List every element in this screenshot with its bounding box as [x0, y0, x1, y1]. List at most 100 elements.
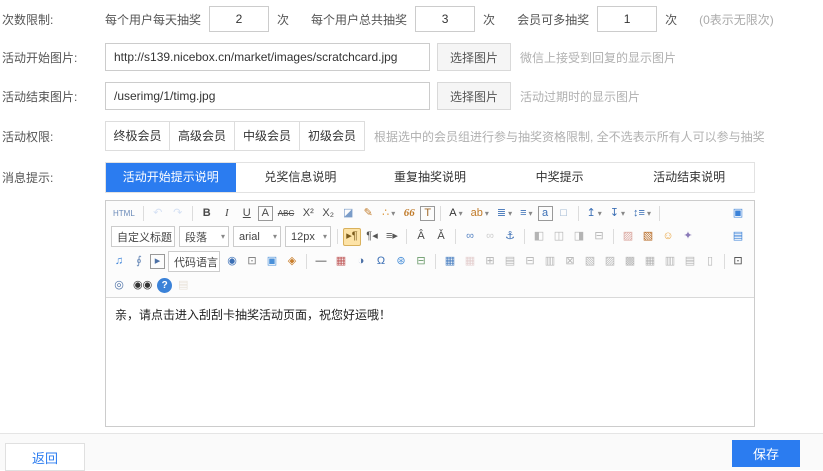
align-top-icon[interactable]: ↥▾: [584, 204, 605, 222]
member-option-ultimate[interactable]: 终极会员: [105, 121, 170, 151]
uppercase-icon[interactable]: Â: [412, 228, 430, 246]
tab-activity-end-note[interactable]: 活动结束说明: [624, 163, 754, 192]
insert-code-icon[interactable]: ◉: [223, 253, 241, 271]
message-tabs-label: 消息提示:: [0, 169, 105, 186]
insert-video-icon[interactable]: ▤: [729, 228, 747, 246]
date-icon[interactable]: ▦: [332, 253, 350, 271]
unlink-icon: ∞: [481, 228, 499, 246]
underline-icon[interactable]: U: [238, 204, 256, 222]
blockquote-icon[interactable]: 66: [400, 204, 418, 222]
chevron-down-icon: ▾: [647, 205, 651, 222]
snapshot-icon[interactable]: ⊡: [243, 253, 261, 271]
limit-daily-input[interactable]: [209, 6, 269, 32]
chevron-down-icon: ▾: [459, 205, 463, 222]
end-image-input[interactable]: [105, 82, 430, 110]
limit-daily-label: 每个用户每天抽奖: [105, 11, 201, 28]
subscript-icon[interactable]: X₂: [319, 204, 337, 222]
delete-row-icon: ⊟: [521, 253, 539, 271]
unordered-list-icon[interactable]: ≡▾: [517, 204, 535, 222]
chevron-down-icon: ▾: [174, 232, 175, 241]
direction-ltr-icon[interactable]: ▸¶: [343, 228, 361, 246]
preview-icon[interactable]: ◎: [110, 276, 128, 294]
save-button[interactable]: 保存: [732, 440, 800, 467]
tab-redeem-info[interactable]: 兑奖信息说明: [236, 163, 366, 192]
font-border-icon[interactable]: A: [258, 206, 273, 221]
paragraph-select-value: 段落: [185, 229, 207, 245]
insert-row-icon: ▤: [501, 253, 519, 271]
member-option-middle[interactable]: 中级会员: [235, 121, 300, 151]
line-height-icon[interactable]: ↕≡▾: [630, 204, 654, 222]
html-source-icon[interactable]: HTML: [110, 204, 138, 222]
limit-member-extra-input[interactable]: [597, 6, 657, 32]
image-manager-icon[interactable]: ▧: [639, 228, 657, 246]
limit-daily: 每个用户每天抽奖 次: [105, 6, 311, 32]
paste-text-icon[interactable]: T: [420, 206, 435, 221]
attachment-icon[interactable]: ∮: [130, 253, 148, 271]
align-bottom-icon[interactable]: ↧▾: [607, 204, 628, 222]
chevron-down-icon: ▾: [221, 232, 225, 241]
start-image-hint: 微信上接受到回复的显示图片: [520, 49, 676, 66]
highlight-color-icon[interactable]: ab▾: [468, 204, 492, 222]
anchor-icon[interactable]: ⚓: [501, 228, 519, 246]
font-family-select[interactable]: arial▾: [233, 226, 281, 247]
time-icon[interactable]: ◑: [352, 253, 370, 271]
paragraph-select[interactable]: 段落 ▾: [179, 226, 229, 247]
limit-total-input[interactable]: [415, 6, 475, 32]
eraser-icon[interactable]: ◪: [339, 204, 357, 222]
tab-win-prompt[interactable]: 中奖提示: [495, 163, 625, 192]
editor-content[interactable]: 亲，请点击进入刮刮卡抽奖活动页面，祝您好运哦！: [106, 298, 754, 426]
auto-typeset-icon[interactable]: ∴▾: [379, 204, 398, 222]
special-char-icon[interactable]: Ω: [372, 253, 390, 271]
table-title-icon: ⊞: [481, 253, 499, 271]
baidu-map-icon[interactable]: ◈: [283, 253, 301, 271]
fullscreen-icon[interactable]: ▣: [729, 204, 747, 222]
help-icon[interactable]: ?: [157, 278, 172, 293]
limit-total-label: 每个用户总共抽奖: [311, 11, 407, 28]
member-option-senior[interactable]: 高级会员: [170, 121, 235, 151]
start-image-input[interactable]: [105, 43, 430, 71]
insert-table-icon[interactable]: ▦: [441, 253, 459, 271]
map-icon[interactable]: ▣: [263, 253, 281, 271]
member-group: 终极会员 高级会员 中级会员 初级会员: [105, 121, 365, 151]
font-color-icon[interactable]: A▾: [446, 204, 465, 222]
split-col-icon: ▥: [661, 253, 679, 271]
toolbar-separator: [440, 206, 441, 221]
find-replace-icon[interactable]: ◉◉: [130, 276, 155, 294]
insert-frame-icon[interactable]: ▸: [150, 254, 165, 269]
italic-icon[interactable]: I: [218, 204, 236, 222]
form-icon[interactable]: ⊟: [412, 253, 430, 271]
link-icon[interactable]: ∞: [461, 228, 479, 246]
custom-title-select[interactable]: 自定义标题▾: [111, 226, 175, 247]
superscript-icon[interactable]: X²: [299, 204, 317, 222]
ordered-list-icon[interactable]: ≣▾: [494, 204, 515, 222]
font-family-select-value: arial: [239, 231, 260, 243]
font-size-select[interactable]: 12px▾: [285, 226, 331, 247]
code-language-select[interactable]: 代码语言▾: [168, 251, 220, 272]
music-icon[interactable]: ♫: [110, 253, 128, 271]
blank-doc-icon[interactable]: □: [555, 204, 573, 222]
emotion-icon[interactable]: ☺: [659, 228, 677, 246]
horizontal-rule-icon[interactable]: —: [312, 253, 330, 271]
end-image-choose-button[interactable]: 选择图片: [437, 82, 511, 110]
delete-table-icon: ▦: [461, 253, 479, 271]
toolbar-row: ♫∮▸代码语言▾◉⊡▣◈—▦◑Ω⊛⊟▦▦⊞▤⊟▥⊠▧▨▩▦▥▤▯⊡: [108, 249, 752, 274]
format-brush-icon[interactable]: ✎: [359, 204, 377, 222]
bold-icon[interactable]: B: [198, 204, 216, 222]
toolbar-row: ◎◉◉?▤: [108, 274, 752, 296]
tab-activity-start-note[interactable]: 活动开始提示说明: [106, 163, 236, 192]
start-image-choose-button[interactable]: 选择图片: [437, 43, 511, 71]
image-transfer-icon[interactable]: ⊛: [392, 253, 410, 271]
tab-repeat-draw-note[interactable]: 重复抽奖说明: [365, 163, 495, 192]
direction-rtl-icon[interactable]: ¶◂: [363, 228, 381, 246]
indent-icon[interactable]: ≡▸: [383, 228, 401, 246]
strikethrough-icon[interactable]: ABC: [275, 204, 297, 222]
end-image-row: 活动结束图片: 选择图片 活动过期时的显示图片: [0, 82, 823, 110]
lowercase-icon[interactable]: Ǎ: [432, 228, 450, 246]
anchor-link-icon[interactable]: a: [538, 206, 553, 221]
print-icon[interactable]: ⊡: [729, 253, 747, 271]
back-button[interactable]: 返回: [5, 443, 85, 471]
member-option-junior[interactable]: 初级会员: [300, 121, 365, 151]
scrawl-icon[interactable]: ✦: [679, 228, 697, 246]
limit-daily-unit: 次: [277, 11, 289, 28]
insert-image-icon[interactable]: ▨: [619, 228, 637, 246]
